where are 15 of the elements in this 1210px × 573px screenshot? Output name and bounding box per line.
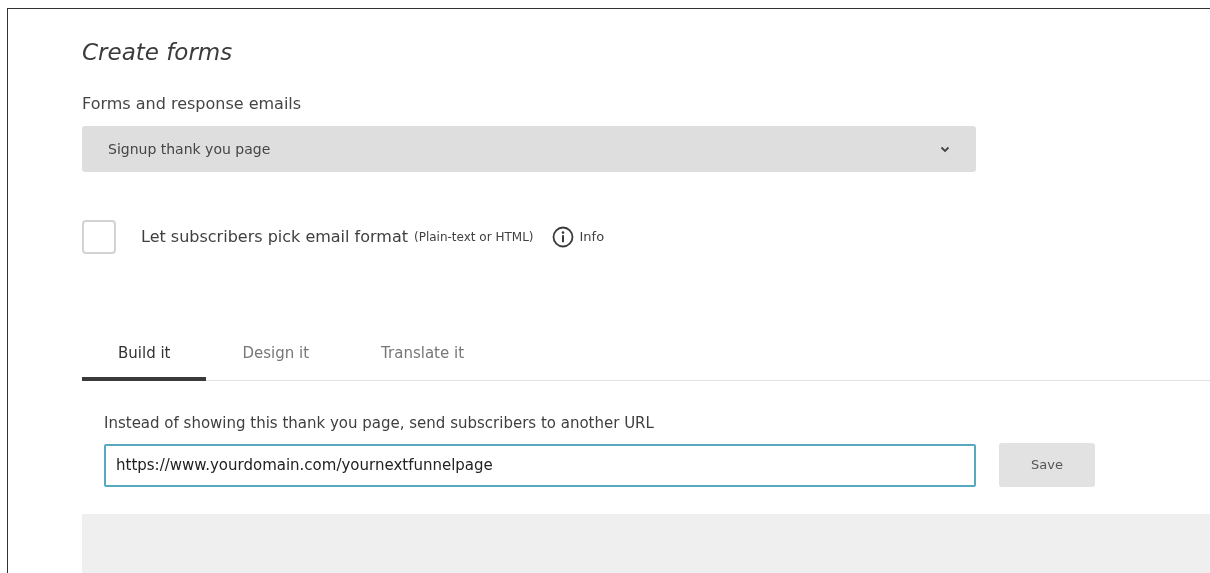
tab[interactable]: Design it xyxy=(206,329,346,381)
tab[interactable]: Translate it xyxy=(345,329,501,381)
info-icon[interactable] xyxy=(551,226,574,248)
checkbox-note: (Plain-text or HTML) xyxy=(413,229,534,246)
field-label: Forms and response emails xyxy=(82,93,303,115)
save-button[interactable]: Save xyxy=(999,443,1095,487)
info-link[interactable]: Info xyxy=(579,227,605,247)
page-title: Create forms xyxy=(82,38,234,67)
tab[interactable]: Build it xyxy=(82,329,207,381)
forms-dropdown[interactable]: Signup thank you page xyxy=(82,126,976,172)
url-input-field[interactable]: https://www.yourdomain.com/yournextfunnelpage xyxy=(104,443,976,487)
redirect-instruction: Instead of showing this thank you page, send subscribers to another URL xyxy=(104,413,655,434)
checkbox[interactable] xyxy=(82,220,116,254)
checkbox-label: Let subscribers pick email format xyxy=(141,226,408,248)
chevron-down-icon xyxy=(940,145,950,153)
